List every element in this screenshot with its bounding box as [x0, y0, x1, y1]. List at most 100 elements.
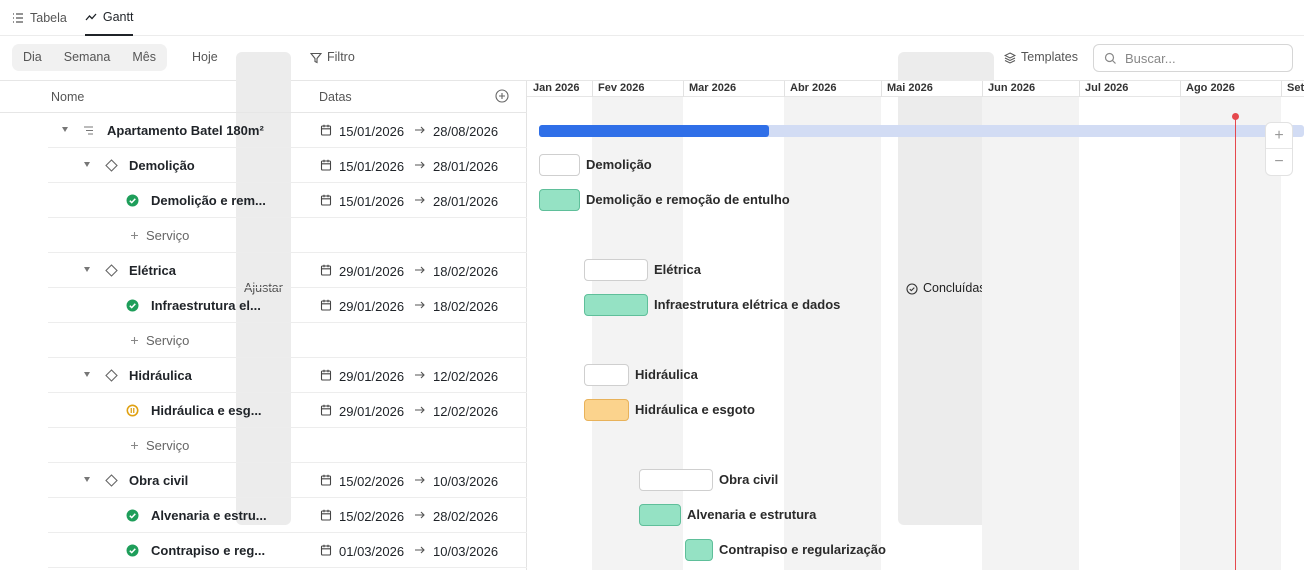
add-column-icon[interactable] — [495, 89, 509, 103]
bar-label: Elétrica — [654, 262, 701, 277]
table-row[interactable]: Alvenaria e estru... 15/02/2026 28/02/2026 — [48, 498, 527, 533]
start-date[interactable]: 15/01/2026 — [339, 159, 404, 174]
end-date[interactable]: 12/02/2026 — [433, 404, 498, 419]
templates-label: Templates — [1021, 50, 1078, 64]
plus-icon — [128, 334, 141, 347]
task-bar[interactable] — [584, 294, 648, 316]
month-label: Ago 2026 — [1186, 82, 1235, 94]
month-divider — [982, 81, 983, 97]
project-progress-fill — [539, 125, 769, 137]
end-date[interactable]: 18/02/2026 — [433, 299, 498, 314]
month-label: Abr 2026 — [790, 82, 837, 94]
month-divider — [1079, 81, 1080, 97]
phase-bar[interactable] — [584, 259, 648, 281]
timeline-header: Jan 2026 Fev 2026 Mar 2026 Abr 2026 Mai 2026… — [527, 81, 1304, 97]
calendar-icon — [320, 159, 332, 171]
status-done-icon — [126, 299, 139, 312]
end-date[interactable]: 10/03/2026 — [433, 544, 498, 559]
arrow-right-icon — [414, 264, 426, 276]
list-icon — [13, 12, 23, 23]
start-date[interactable]: 29/01/2026 — [339, 264, 404, 279]
scale-day-button[interactable]: Dia — [12, 44, 53, 71]
view-tabs: Tabela Gantt — [0, 0, 1304, 36]
arrow-right-icon — [414, 544, 426, 556]
end-date[interactable]: 12/02/2026 — [433, 369, 498, 384]
col-dates-header: Datas — [319, 90, 352, 104]
table-row[interactable]: Demolição 15/01/2026 28/01/2026 — [48, 148, 527, 183]
phase-bar[interactable] — [584, 364, 629, 386]
table-row[interactable]: Elétrica 29/01/2026 18/02/2026 — [48, 253, 527, 288]
table-row[interactable]: Contrapiso e reg... 01/03/2026 10/03/2026 — [48, 533, 527, 568]
bar-label: Obra civil — [719, 472, 779, 487]
add-service-label[interactable]: Serviço — [146, 228, 189, 243]
start-date[interactable]: 29/01/2026 — [339, 299, 404, 314]
calendar-icon — [320, 299, 332, 311]
today-marker — [1232, 113, 1239, 120]
collapse-caret-icon[interactable] — [84, 372, 90, 377]
search-input[interactable] — [1125, 50, 1275, 66]
collapse-caret-icon[interactable] — [62, 127, 68, 132]
row-name: Hidráulica e esg... — [151, 403, 262, 418]
arrow-right-icon — [414, 474, 426, 486]
task-bar[interactable] — [639, 504, 681, 526]
templates-button[interactable]: Templates — [996, 44, 1086, 71]
start-date[interactable]: 29/01/2026 — [339, 369, 404, 384]
add-service-label[interactable]: Serviço — [146, 333, 189, 348]
tab-tabela[interactable]: Tabela — [12, 0, 67, 36]
month-divider — [881, 81, 882, 97]
month-divider — [592, 81, 593, 97]
start-date[interactable]: 15/01/2026 — [339, 194, 404, 209]
calendar-icon — [320, 194, 332, 206]
phase-diamond-icon — [105, 159, 118, 172]
table-row[interactable]: Infraestrutura el... 29/01/2026 18/02/2026 — [48, 288, 527, 323]
end-date[interactable]: 28/08/2026 — [433, 124, 498, 139]
table-row[interactable]: Obra civil 15/02/2026 10/03/2026 — [48, 463, 527, 498]
table-row[interactable]: Hidráulica 29/01/2026 12/02/2026 — [48, 358, 527, 393]
table-row[interactable]: Apartamento Batel 180m² 15/01/2026 28/08/2… — [48, 113, 527, 148]
zoom-in-button[interactable]: + — [1266, 123, 1292, 149]
end-date[interactable]: 28/01/2026 — [433, 159, 498, 174]
end-date[interactable]: 18/02/2026 — [433, 264, 498, 279]
task-bar[interactable] — [584, 399, 629, 421]
phase-diamond-icon — [105, 474, 118, 487]
collapse-caret-icon[interactable] — [84, 477, 90, 482]
zoom-out-button[interactable]: − — [1266, 149, 1292, 175]
bar-label: Hidráulica — [635, 367, 698, 382]
month-label: Mai 2026 — [887, 82, 933, 94]
start-date[interactable]: 15/01/2026 — [339, 124, 404, 139]
task-bar[interactable] — [685, 539, 713, 561]
add-service-row[interactable]: Serviço — [48, 323, 527, 358]
row-name: Contrapiso e reg... — [151, 543, 266, 558]
today-button[interactable]: Hoje — [184, 44, 226, 71]
bar-label: Infraestrutura elétrica e dados — [654, 297, 841, 312]
table-row[interactable]: Demolição e rem... 15/01/2026 28/01/2026 — [48, 183, 527, 218]
add-service-label[interactable]: Serviço — [146, 438, 189, 453]
collapse-caret-icon[interactable] — [84, 162, 90, 167]
gantt-chart: Jan 2026 Fev 2026 Mar 2026 Abr 2026 Mai 2026… — [527, 81, 1304, 570]
end-date[interactable]: 28/02/2026 — [433, 509, 498, 524]
collapse-caret-icon[interactable] — [84, 267, 90, 272]
start-date[interactable]: 15/02/2026 — [339, 474, 404, 489]
phase-diamond-icon — [105, 264, 118, 277]
add-service-row[interactable]: Serviço — [48, 428, 527, 463]
month-label: Jun 2026 — [988, 82, 1036, 94]
task-bar[interactable] — [539, 189, 580, 211]
table-row[interactable]: Hidráulica e esg... 29/01/2026 12/02/2026 — [48, 393, 527, 428]
scale-week-button[interactable]: Semana — [53, 44, 122, 71]
start-date[interactable]: 29/01/2026 — [339, 404, 404, 419]
search-box — [1093, 44, 1293, 72]
add-service-row[interactable]: Serviço — [48, 218, 527, 253]
scale-month-button[interactable]: Mês — [121, 44, 167, 71]
phase-bar[interactable] — [539, 154, 580, 176]
start-date[interactable]: 15/02/2026 — [339, 509, 404, 524]
arrow-right-icon — [414, 194, 426, 206]
tab-gantt[interactable]: Gantt — [84, 0, 134, 36]
end-date[interactable]: 28/01/2026 — [433, 194, 498, 209]
phase-bar[interactable] — [639, 469, 713, 491]
start-date[interactable]: 01/03/2026 — [339, 544, 404, 559]
bar-label: Contrapiso e regularização — [719, 542, 886, 557]
end-date[interactable]: 10/03/2026 — [433, 474, 498, 489]
layers-icon — [1004, 51, 1016, 64]
filter-button[interactable]: Filtro — [302, 44, 363, 71]
calendar-icon — [320, 369, 332, 381]
